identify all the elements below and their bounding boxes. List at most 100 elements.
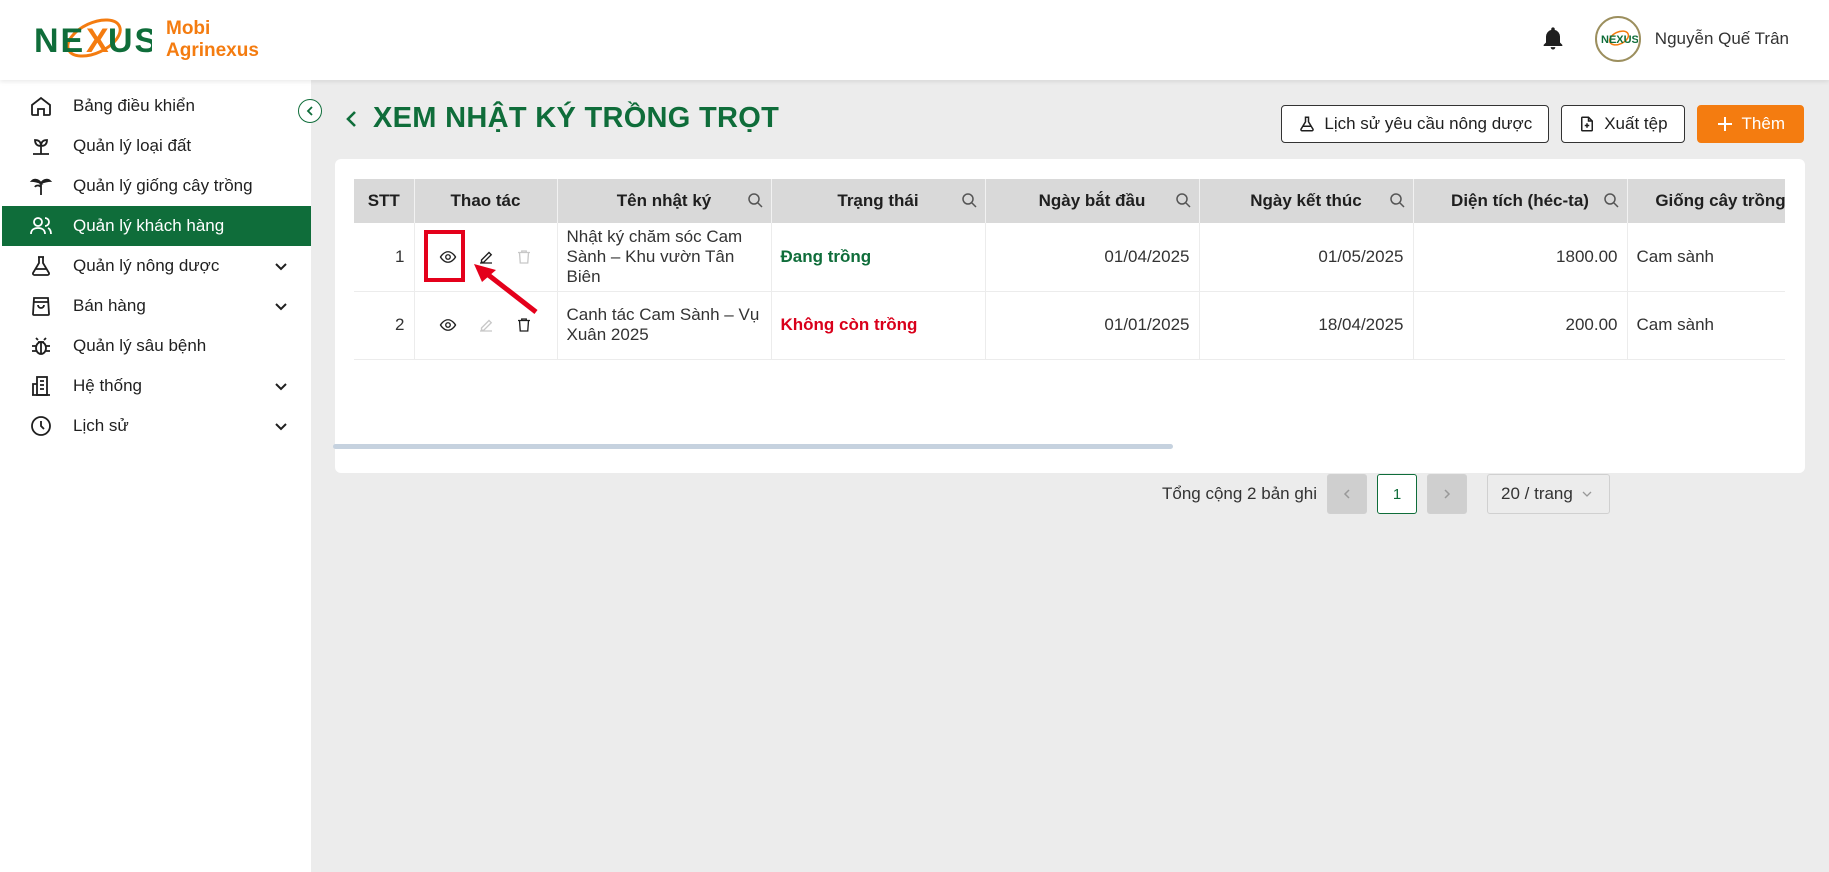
users-icon xyxy=(28,213,54,239)
chevron-down-icon xyxy=(273,378,289,394)
bug-icon xyxy=(28,333,54,359)
header-label: Giống cây trồng xyxy=(1655,191,1785,210)
add-button[interactable]: Thêm xyxy=(1696,105,1804,143)
header-label: Diện tích (héc-ta) xyxy=(1451,191,1589,210)
cell-name: Canh tác Cam Sành – Vụ Xuân 2025 xyxy=(557,291,772,360)
cell-variety: Cam sành xyxy=(1627,291,1785,360)
column-header-area[interactable]: Diện tích (héc-ta) xyxy=(1413,179,1628,223)
header-label: Ngày kết thúc xyxy=(1250,191,1362,210)
chevron-down-icon xyxy=(273,418,289,434)
svg-text:US: US xyxy=(108,22,152,60)
collapse-sidebar-button[interactable] xyxy=(298,99,322,123)
export-button[interactable]: Xuất tệp xyxy=(1561,105,1685,143)
prev-page-button[interactable] xyxy=(1327,474,1368,514)
pesticide-request-history-button[interactable]: Lịch sử yêu cầu nông dược xyxy=(1281,105,1550,143)
column-header-actions: Thao tác xyxy=(414,179,558,223)
bell-icon[interactable] xyxy=(1539,25,1567,53)
brand-line-2: Agrinexus xyxy=(166,40,259,61)
top-header: NE X US Mobi Agrinexus NEXUS Nguyễn Quế … xyxy=(0,0,1829,80)
page-title-row: XEM NHẬT KÝ TRỒNG TRỌT xyxy=(341,102,779,135)
table-header-row: STT Thao tác Tên nhật ký Trạng thái Ngày… xyxy=(354,179,1785,223)
chevron-right-icon xyxy=(1444,489,1451,499)
button-label: Thêm xyxy=(1741,114,1785,133)
plant-icon xyxy=(28,173,54,199)
building-icon xyxy=(28,373,54,399)
page-size-value: 20 / trang xyxy=(1501,484,1573,503)
cell-stt: 1 xyxy=(354,223,415,292)
sidebar-item-soil-types[interactable]: Quản lý loại đất xyxy=(0,126,311,166)
header-label: STT xyxy=(367,191,400,210)
column-header-name[interactable]: Tên nhật ký xyxy=(557,179,772,223)
sidebar-item-system[interactable]: Hệ thống xyxy=(0,366,311,406)
chevron-down-icon xyxy=(273,298,289,314)
sidebar-item-sales[interactable]: Bán hàng xyxy=(0,286,311,326)
sidebar-item-label: Quản lý nông dược xyxy=(73,256,220,275)
page-actions: Lịch sử yêu cầu nông dược Xuất tệp Thêm xyxy=(1269,105,1804,143)
table-row: 2 Canh tác Cam Sành – Vụ Xuân 2025 Không… xyxy=(354,291,1785,360)
view-icon[interactable] xyxy=(438,315,458,335)
cell-end-date: 18/04/2025 xyxy=(1199,291,1414,360)
column-header-status[interactable]: Trạng thái xyxy=(771,179,986,223)
sidebar-item-label: Bảng điều khiển xyxy=(73,96,195,115)
cell-start-date: 01/01/2025 xyxy=(985,291,1200,360)
search-icon[interactable] xyxy=(961,192,977,208)
cell-start-date: 01/04/2025 xyxy=(985,223,1200,292)
sidebar-item-pests[interactable]: Quản lý sâu bệnh xyxy=(0,326,311,366)
cell-area: 1800.00 xyxy=(1413,223,1628,292)
sprout-icon xyxy=(28,133,54,159)
pagination: Tổng cộng 2 bản ghi 1 20 / trang xyxy=(1162,474,1611,514)
sidebar-item-pesticides[interactable]: Quản lý nông dược xyxy=(0,246,311,286)
sidebar-item-label: Lịch sử xyxy=(73,416,129,435)
page-size-select[interactable]: 20 / trang xyxy=(1487,474,1611,514)
search-icon[interactable] xyxy=(1389,192,1405,208)
avatar[interactable]: NEXUS xyxy=(1594,16,1641,62)
view-button-highlight xyxy=(424,230,465,282)
column-header-start-date[interactable]: Ngày bắt đầu xyxy=(985,179,1200,223)
cell-variety: Cam sành xyxy=(1627,223,1785,292)
header-label: Tên nhật ký xyxy=(616,191,712,210)
brand-logo[interactable]: NE X US Mobi Agrinexus xyxy=(34,14,259,66)
clock-icon xyxy=(28,413,54,439)
sidebar-item-customers[interactable]: Quản lý khách hàng xyxy=(2,206,311,246)
user-name[interactable]: Nguyễn Quế Trân xyxy=(1655,29,1789,49)
sidebar-item-history[interactable]: Lịch sử xyxy=(0,406,311,446)
button-label: Xuất tệp xyxy=(1604,114,1668,133)
logs-table-wrapper: STT Thao tác Tên nhật ký Trạng thái Ngày… xyxy=(354,179,1785,375)
column-header-end-date[interactable]: Ngày kết thúc xyxy=(1199,179,1414,223)
chevron-left-icon xyxy=(346,110,356,127)
table-row: 1 Nhật ký chăm sóc Cam Sành – Khu vườn T… xyxy=(354,223,1785,292)
export-file-icon xyxy=(1578,115,1596,133)
annotation-arrow xyxy=(474,264,538,314)
nexus-logo-mark: NE X US xyxy=(34,14,157,66)
next-page-button[interactable] xyxy=(1427,474,1468,514)
search-icon[interactable] xyxy=(747,192,763,208)
user-area: NEXUS Nguyễn Quế Trân xyxy=(1539,16,1789,62)
back-button[interactable] xyxy=(341,108,363,130)
sidebar: Bảng điều khiển Quản lý loại đất Quản lý… xyxy=(0,80,311,872)
svg-text:X: X xyxy=(86,22,109,60)
chevron-down-icon xyxy=(1582,491,1592,497)
button-label: Lịch sử yêu cầu nông dược xyxy=(1324,114,1533,133)
cell-status: Không còn trồng xyxy=(771,291,986,360)
main-content: XEM NHẬT KÝ TRỒNG TRỌT Lịch sử yêu cầu n… xyxy=(311,80,1829,872)
shopping-bag-icon xyxy=(28,293,54,319)
chevron-left-icon xyxy=(1343,489,1350,499)
cell-status: Đang trồng xyxy=(771,223,986,292)
sidebar-item-label: Quản lý khách hàng xyxy=(73,216,225,235)
search-icon[interactable] xyxy=(1603,192,1619,208)
logs-card: STT Thao tác Tên nhật ký Trạng thái Ngày… xyxy=(335,159,1805,473)
page-button-current[interactable]: 1 xyxy=(1377,474,1418,514)
cell-stt: 2 xyxy=(354,291,415,360)
column-header-stt: STT xyxy=(354,179,415,223)
logs-table: STT Thao tác Tên nhật ký Trạng thái Ngày… xyxy=(354,179,1785,360)
plus-icon xyxy=(1716,115,1734,133)
chevron-down-icon xyxy=(273,258,289,274)
svg-text:NE: NE xyxy=(34,22,85,60)
chevron-left-icon xyxy=(306,106,313,116)
sidebar-item-label: Hệ thống xyxy=(73,376,142,395)
table-horizontal-scrollbar[interactable] xyxy=(333,444,1173,449)
flask-icon xyxy=(28,253,54,279)
search-icon[interactable] xyxy=(1175,192,1191,208)
sidebar-item-dashboard[interactable]: Bảng điều khiển xyxy=(0,86,311,126)
sidebar-item-crop-varieties[interactable]: Quản lý giống cây trồng xyxy=(0,166,311,206)
